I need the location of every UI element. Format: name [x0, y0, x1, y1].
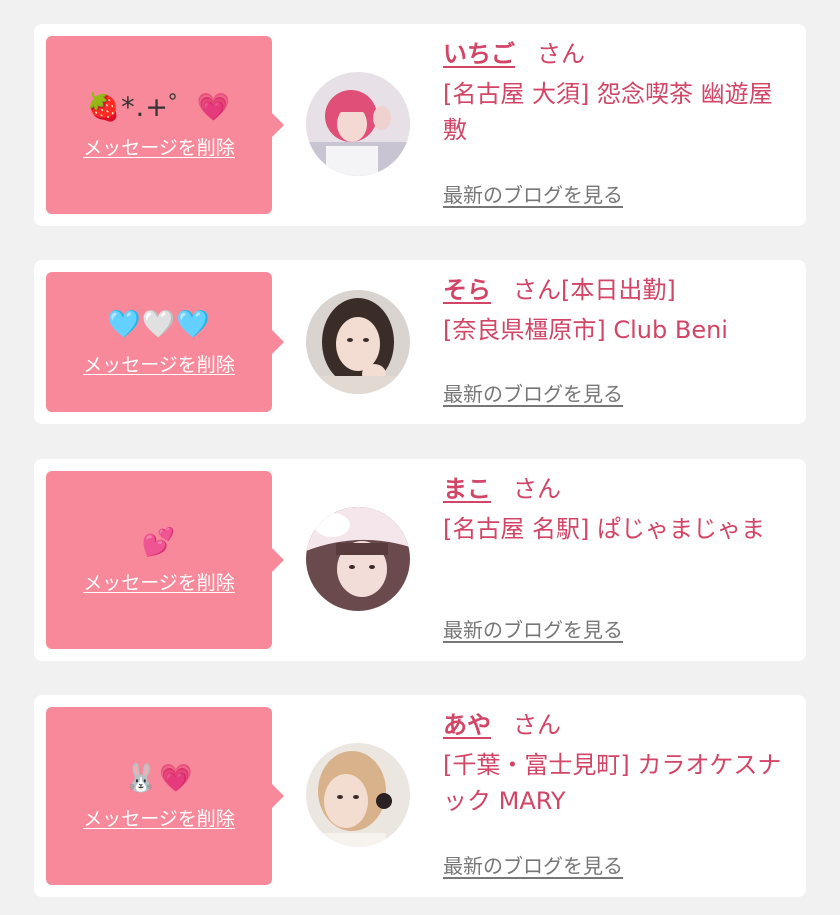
avatar[interactable]: [306, 290, 410, 394]
message-card: 🐰💗 メッセージを削除 あや さん [千葉・富士見町] カラオケスナック MARY…: [34, 695, 806, 897]
info: あや さん [千葉・富士見町] カラオケスナック MARY: [443, 707, 792, 819]
shop-text: [奈良県橿原市] Club Beni: [443, 316, 728, 344]
name-line: そら さん[本日出勤]: [443, 272, 792, 308]
message-bubble: 🩵🤍🩵 メッセージを削除: [46, 272, 284, 412]
message-bubble: 🍓*.+゜💗 メッセージを削除: [46, 36, 284, 214]
message-text: 🐰💗: [124, 762, 194, 794]
san-label: さん: [513, 475, 561, 503]
delete-message-link[interactable]: メッセージを削除: [83, 133, 235, 160]
san-label: さん: [537, 40, 585, 68]
info: いちご さん [名古屋 大須] 怨念喫茶 幽遊屋敷: [443, 36, 792, 148]
delete-message-link[interactable]: メッセージを削除: [83, 568, 235, 595]
name-line: いちご さん: [443, 36, 792, 72]
shop-text: [千葉・富士見町] カラオケスナック MARY: [443, 751, 782, 815]
avatar[interactable]: [306, 743, 410, 847]
latest-blog-link[interactable]: 最新のブログを見る: [443, 614, 623, 643]
delete-message-link[interactable]: メッセージを削除: [83, 804, 235, 831]
message-text: 🍓*.+゜💗: [86, 91, 232, 123]
message-list: 🍓*.+゜💗 メッセージを削除 いちご さん [名古屋 大須] 怨念喫茶 幽遊屋敷…: [0, 0, 840, 915]
name-link[interactable]: あや: [443, 711, 491, 739]
name-link[interactable]: そら: [443, 276, 491, 304]
message-card: 🍓*.+゜💗 メッセージを削除 いちご さん [名古屋 大須] 怨念喫茶 幽遊屋敷…: [34, 24, 806, 226]
message-text: 🩵🤍🩵: [107, 308, 211, 340]
latest-blog-link[interactable]: 最新のブログを見る: [443, 179, 623, 208]
message-bubble: 💕 メッセージを削除: [46, 471, 284, 649]
name-line: あや さん: [443, 707, 792, 743]
name-link[interactable]: まこ: [443, 475, 491, 503]
latest-blog-link[interactable]: 最新のブログを見る: [443, 850, 623, 879]
message-card: 💕 メッセージを削除 まこ さん [名古屋 名駅] ぱじゃまじゃま 最新のブログを…: [34, 459, 806, 661]
info: まこ さん [名古屋 名駅] ぱじゃまじゃま: [443, 471, 792, 547]
status-text: [本日出勤]: [561, 276, 676, 304]
avatar[interactable]: [306, 507, 410, 611]
message-bubble: 🐰💗 メッセージを削除: [46, 707, 284, 885]
shop-text: [名古屋 大須] 怨念喫茶 幽遊屋敷: [443, 80, 773, 144]
name-link[interactable]: いちご: [443, 40, 515, 68]
delete-message-link[interactable]: メッセージを削除: [83, 350, 235, 377]
san-label: さん: [513, 276, 561, 304]
name-line: まこ さん: [443, 471, 792, 507]
shop-text: [名古屋 名駅] ぱじゃまじゃま: [443, 515, 765, 543]
message-card: 🩵🤍🩵 メッセージを削除 そら さん[本日出勤] [奈良県橿原市] Club Be…: [34, 260, 806, 424]
latest-blog-link[interactable]: 最新のブログを見る: [443, 378, 623, 407]
avatar[interactable]: [306, 72, 410, 176]
info: そら さん[本日出勤] [奈良県橿原市] Club Beni: [443, 272, 792, 348]
san-label: さん: [513, 711, 561, 739]
message-text: 💕: [141, 526, 177, 558]
